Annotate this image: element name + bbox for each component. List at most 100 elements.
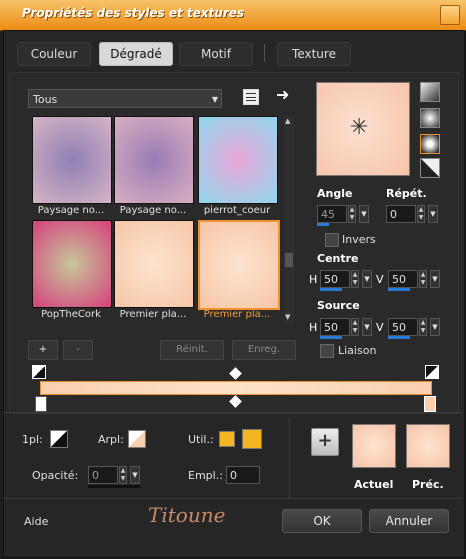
gallery-thumb-4[interactable] <box>32 220 112 308</box>
angle-input[interactable]: 45 <box>317 205 347 223</box>
center-v-slider[interactable] <box>388 288 410 291</box>
repeat-spinner[interactable]: ▲ ▼ <box>417 205 425 223</box>
angle-label: Angle <box>317 187 353 200</box>
link-label[interactable]: Liaison <box>338 344 376 357</box>
gradient-gallery: Paysage no... Paysage no... pierrot_coeu… <box>28 116 284 324</box>
center-h-input[interactable]: 50 <box>320 270 350 288</box>
scroll-thumb[interactable] <box>285 253 293 267</box>
center-h-dropdown[interactable]: ▼ <box>362 270 372 288</box>
source-h-dropdown[interactable]: ▼ <box>362 318 372 336</box>
center-crosshair-icon[interactable]: ✳ <box>350 117 368 139</box>
center-h-spinner[interactable]: ▲ ▼ <box>351 270 359 288</box>
angle-spinner[interactable]: ▲ ▼ <box>348 205 356 223</box>
use-label: Util.: <box>188 433 214 446</box>
opacity-slider[interactable] <box>88 485 140 488</box>
source-h-spinner[interactable]: ▲ ▼ <box>351 318 359 336</box>
add-swatch-button[interactable]: + <box>311 428 339 456</box>
rectangular-style-button[interactable] <box>420 108 440 128</box>
gradient-bar[interactable] <box>40 381 432 395</box>
source-v-dropdown[interactable]: ▼ <box>430 318 440 336</box>
opacity-spinner[interactable]: ▲ ▼ <box>119 466 127 484</box>
center-h-slider[interactable] <box>320 288 342 291</box>
bottom-separator <box>3 412 463 413</box>
tab-motif[interactable]: Motif <box>179 42 253 66</box>
end-color-stop[interactable] <box>424 396 436 412</box>
link-checkbox[interactable] <box>320 344 334 358</box>
footer-separator <box>3 498 463 499</box>
signature: Titoune <box>148 503 226 527</box>
angle-dropdown[interactable]: ▼ <box>359 205 369 223</box>
center-v-input[interactable]: 50 <box>388 270 418 288</box>
location-input[interactable]: 0 <box>226 466 260 484</box>
source-h-input[interactable]: 50 <box>320 318 350 336</box>
tab-texture[interactable]: Texture <box>277 42 351 66</box>
current-swatch[interactable] <box>352 424 396 468</box>
arrow-right-icon[interactable]: ➜ <box>276 85 289 104</box>
chevron-down-icon: ▼ <box>211 95 218 104</box>
location-label: Empl.: <box>188 469 223 482</box>
angle-slider[interactable] <box>317 223 329 226</box>
gallery-scrollbar[interactable] <box>284 116 294 324</box>
source-v-spinner[interactable]: ▲ ▼ <box>419 318 427 336</box>
linear-style-button[interactable] <box>420 82 440 102</box>
source-h-slider[interactable] <box>320 336 342 339</box>
scroll-down-icon[interactable]: ▼ <box>285 313 290 321</box>
tab-degrade[interactable]: Dégradé <box>99 42 173 66</box>
previous-swatch[interactable] <box>406 424 450 468</box>
center-h-label: H <box>309 273 318 286</box>
vertical-separator <box>289 418 290 498</box>
sunburst-style-button[interactable] <box>420 158 440 178</box>
gallery-thumb-3[interactable] <box>198 116 278 204</box>
invert-label[interactable]: Invers <box>342 233 376 246</box>
gallery-thumb-6[interactable] <box>198 220 280 310</box>
center-v-label: V <box>376 273 384 286</box>
category-dropdown[interactable]: Tous ▼ <box>28 89 222 108</box>
gallery-label-5: Premier pla... <box>119 309 187 320</box>
source-h-label: H <box>309 321 318 334</box>
window-title: Propriétés des styles et textures <box>22 6 245 20</box>
gallery-thumb-1[interactable] <box>32 116 112 204</box>
scroll-up-icon[interactable]: ▲ <box>285 117 290 125</box>
source-v-input[interactable]: 50 <box>388 318 418 336</box>
gallery-label-6: Premier pla... <box>203 309 271 320</box>
opacity-label: Opacité: <box>32 469 79 482</box>
tab-separator <box>264 44 265 62</box>
repeat-dropdown[interactable]: ▼ <box>428 205 438 223</box>
invert-checkbox[interactable] <box>325 233 339 247</box>
center-v-spinner[interactable]: ▲ ▼ <box>419 270 427 288</box>
source-label: Source <box>317 299 360 312</box>
close-button[interactable] <box>440 5 460 25</box>
source-v-label: V <box>376 321 384 334</box>
add-preset-button[interactable]: + <box>28 340 58 360</box>
current-label: Actuel <box>354 478 394 491</box>
fg-endpoint-top-icon[interactable] <box>32 365 46 379</box>
previous-label: Préc. <box>412 478 444 491</box>
bg-endpoint-top-icon[interactable] <box>425 365 439 379</box>
center-label: Centre <box>317 252 359 265</box>
gallery-label-4: PopTheCork <box>41 309 101 320</box>
tab-couleur[interactable]: Couleur <box>17 42 91 66</box>
opacity-input[interactable]: 0 <box>88 466 118 484</box>
use-swatch-a[interactable] <box>219 431 235 447</box>
center-v-dropdown[interactable]: ▼ <box>430 270 440 288</box>
radial-style-button[interactable] <box>420 134 440 154</box>
ok-button[interactable]: OK <box>282 509 362 533</box>
start-color-stop[interactable] <box>35 396 47 412</box>
library-icon[interactable] <box>243 89 259 105</box>
back-plan-swatch[interactable] <box>128 430 146 448</box>
category-value: Tous <box>33 93 58 106</box>
use-swatch-b[interactable] <box>242 429 262 449</box>
remove-preset-button[interactable]: - <box>63 340 93 360</box>
gradient-preview[interactable]: ✳ <box>316 82 410 176</box>
save-preset-button[interactable]: Enreg. <box>232 340 296 360</box>
repeat-input[interactable]: 0 <box>386 205 416 223</box>
gallery-label-1: Paysage no... <box>37 205 105 216</box>
help-link[interactable]: Aide <box>24 515 48 528</box>
opacity-dropdown[interactable]: ▼ <box>130 466 140 484</box>
first-plan-swatch[interactable] <box>50 430 68 448</box>
source-v-slider[interactable] <box>388 336 410 339</box>
gallery-thumb-5[interactable] <box>114 220 194 308</box>
reset-button[interactable]: Réinit. <box>160 340 224 360</box>
cancel-button[interactable]: Annuler <box>369 509 449 533</box>
gallery-thumb-2[interactable] <box>114 116 194 204</box>
